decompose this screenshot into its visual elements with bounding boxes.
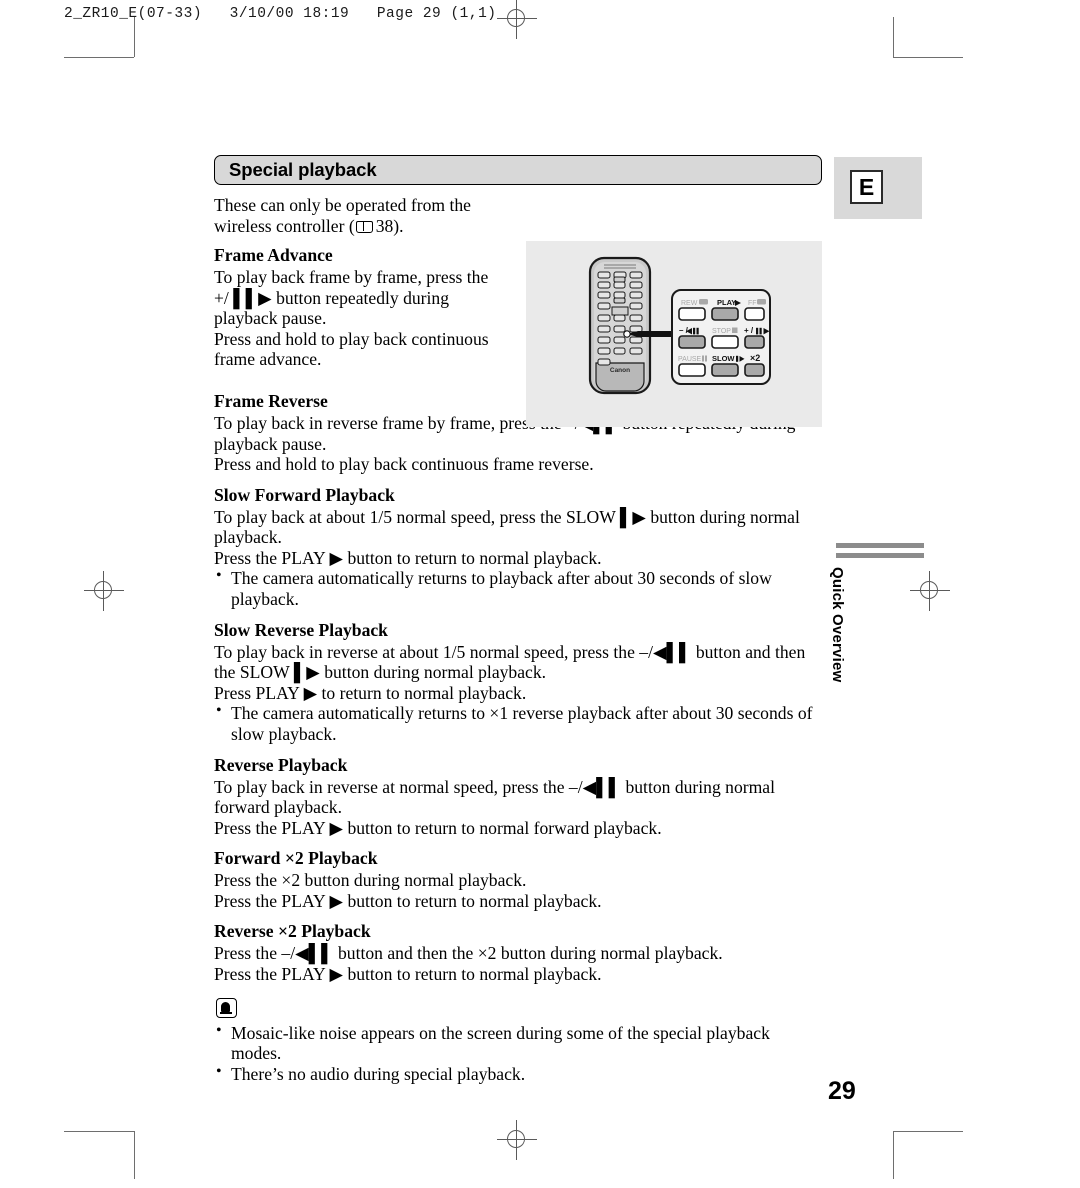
crop-mark-top-right-h [893,57,963,58]
intro-line-1: These can only be operated from the [214,195,471,215]
frame-advance-line-4: Press and hold to play back continuous [214,328,489,349]
svg-text:PAUSE: PAUSE [678,356,702,363]
intro-row: Canon REW PLAY FF – / STOP + / PAUSE SLO… [214,195,822,427]
svg-text:– /: – / [679,326,689,335]
intro-text: These can only be operated from the wire… [214,195,514,370]
notes-bullets: Mosaic-like noise appears on the screen … [214,1022,822,1085]
list-item: The camera automatically returns to ×1 r… [214,702,822,744]
list-item: Mosaic-like noise appears on the screen … [214,1022,822,1064]
intro-line-2-pre: wireless controller ( [214,215,355,236]
list-item: The camera automatically returns to play… [214,567,822,609]
svg-text:+ /: + / [744,326,754,335]
slow-reverse-line-1: To play back in reverse at about 1/5 nor… [214,641,806,683]
intro-page-ref: 38 [375,215,394,236]
reverse-x2-line-2: Press the PLAY ▶ button to return to nor… [214,963,602,984]
remote-brand-text: Canon [610,367,630,374]
intro-line-2-post: ). [393,215,404,236]
language-tab: E [834,157,922,219]
crop-mark-top-left-h [64,57,134,58]
slow-reverse-line-2: Press PLAY ▶ to return to normal playbac… [214,682,527,703]
remote-control-illustration: Canon REW PLAY FF – / STOP + / PAUSE SLO… [588,256,771,395]
chapter-tab: Quick Overview [826,565,852,715]
print-header: 2_ZR10_E(07-33) 3/10/00 18:19 Page 29 (1… [64,6,497,22]
remote-callout-panel: REW PLAY FF – / STOP + / PAUSE SLOW ×2 [671,289,771,385]
frame-advance-line-2: +/ ▌▌▶ button repeatedly during [214,287,450,308]
svg-text:REW: REW [681,300,698,307]
slow-reverse-bullets: The camera automatically returns to ×1 r… [214,702,822,744]
heading-frame-advance: Frame Advance [214,245,333,266]
chapter-rule-bars [836,543,924,563]
list-item: There’s no audio during special playback… [214,1063,822,1085]
intro-line-2: wireless controller ( 38). [214,216,514,237]
registration-mark-top [497,0,537,39]
registration-mark-right [910,571,950,611]
svg-text:FF: FF [748,300,757,307]
crop-mark-bottom-left-v [134,1131,135,1179]
svg-text:SLOW: SLOW [712,354,735,363]
language-tab-letter: E [850,170,883,204]
crop-mark-bottom-right-v [893,1131,894,1179]
page-content: Special playback Canon REW PLAY FF – / S… [214,155,822,1084]
remote-control-figure: Canon REW PLAY FF – / STOP + / PAUSE SLO… [526,241,822,427]
registration-mark-left [84,571,124,611]
frame-advance-line-5: frame advance. [214,349,322,370]
reverse-x2-line-1: Press the –/◀▌▌ button and then the ×2 b… [214,943,723,964]
crop-mark-top-left-v [134,17,135,57]
heading-slow-forward-playback: Slow Forward Playback [214,484,395,505]
svg-text:STOP: STOP [712,328,731,335]
heading-forward-x2-playback: Forward ×2 Playback [214,848,378,869]
book-reference-icon [355,220,373,233]
crop-mark-top-right-v [893,17,894,57]
heading-slow-reverse-playback: Slow Reverse Playback [214,619,388,640]
svg-text:×2: ×2 [750,353,760,363]
forward-x2-line-1: Press the ×2 button during normal playba… [214,870,527,891]
frame-advance-line-3: playback pause. [214,308,327,329]
forward-x2-line-2: Press the PLAY ▶ button to return to nor… [214,890,602,911]
slow-forward-line-1: To play back at about 1/5 normal speed, … [214,506,800,548]
page-title: Special playback [229,159,377,180]
reverse-playback-line-2: Press the PLAY ▶ button to return to nor… [214,817,662,838]
page-number: 29 [828,1077,856,1105]
chapter-tab-label: Quick Overview [829,567,846,683]
slow-forward-line-2: Press the PLAY ▶ button to return to nor… [214,547,602,568]
frame-advance-line-1: To play back frame by frame, press the [214,267,489,288]
notes-marker-icon [216,997,237,1018]
frame-reverse-line-2: Press and hold to play back continuous f… [214,454,594,475]
heading-reverse-x2-playback: Reverse ×2 Playback [214,921,371,942]
reverse-playback-line-1: To play back in reverse at normal speed,… [214,776,775,818]
section-title-bar: Special playback [214,155,822,185]
svg-text:PLAY: PLAY [717,298,736,307]
registration-mark-bottom [497,1120,537,1160]
heading-reverse-playback: Reverse Playback [214,754,348,775]
crop-mark-bottom-right-h [893,1131,963,1132]
crop-mark-bottom-left-h [64,1131,134,1132]
slow-forward-bullets: The camera automatically returns to play… [214,567,822,609]
